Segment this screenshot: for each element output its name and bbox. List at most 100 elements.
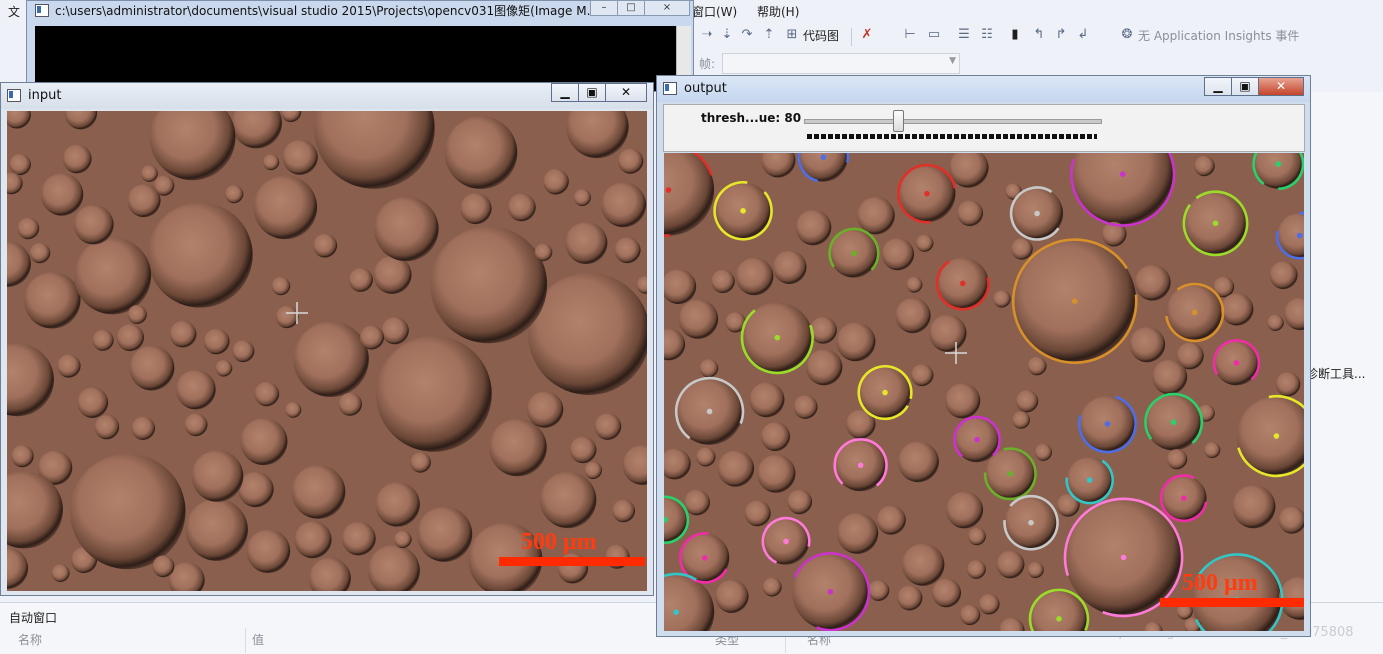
bubble (612, 500, 635, 523)
input-titlebar[interactable]: input ▁ ▣ ✕ (1, 83, 653, 109)
bubble (74, 205, 114, 245)
bubble (263, 154, 279, 170)
outdent-icon[interactable]: ☷ (980, 28, 994, 42)
prev-bookmark-icon[interactable]: ↰ (1032, 28, 1046, 42)
bubble (294, 521, 331, 558)
centroid-dot (882, 390, 888, 396)
input-window[interactable]: input ▁ ▣ ✕ 500 μm (0, 82, 654, 596)
step-icon[interactable]: ➝ (700, 28, 714, 42)
bubble (74, 237, 151, 314)
column-name[interactable]: 名称 (18, 631, 42, 648)
bubble (129, 346, 174, 391)
bubble (445, 116, 518, 189)
insights-icon[interactable]: ❂ (1120, 28, 1134, 42)
console-window[interactable]: c:\users\administrator\documents\visual … (26, 0, 694, 92)
frame-combo[interactable]: ▼ (722, 53, 960, 74)
minimize-button[interactable]: – (590, 0, 618, 16)
diagnostics-label[interactable]: 诊断工具... (1306, 365, 1365, 382)
bubble (911, 364, 933, 386)
bubble (141, 165, 158, 182)
bubble (410, 452, 431, 473)
close-button[interactable]: ✕ (1258, 77, 1304, 96)
centroid-dot (1056, 616, 1062, 622)
bubble (225, 185, 243, 203)
bubble (394, 531, 412, 549)
minimize-button[interactable]: ▁ (1204, 77, 1232, 96)
bubble (857, 197, 895, 235)
output-titlebar[interactable]: output ▁ ▣ ✕ (657, 76, 1310, 102)
centroid-dot (774, 335, 780, 341)
menu-help[interactable]: 帮助(H) (757, 3, 799, 20)
output-window[interactable]: output ▁ ▣ ✕ thresh...ue: 80 500 μm (656, 75, 1311, 637)
bubble (41, 173, 84, 216)
bubble (154, 175, 174, 195)
bubble (837, 513, 878, 554)
bubble (1028, 357, 1047, 376)
bubble (945, 383, 980, 418)
threshold-trackbar: thresh...ue: 80 (663, 104, 1305, 152)
bubble (1130, 327, 1165, 362)
clear-bookmark-icon[interactable]: ↲ (1076, 28, 1090, 42)
bubble (375, 482, 419, 526)
centroid-dot (851, 250, 857, 256)
bubble (877, 506, 906, 535)
bubble (1276, 372, 1301, 397)
bubble (1221, 293, 1254, 326)
input-image[interactable]: 500 μm (7, 111, 647, 591)
auto-window-title[interactable]: 自动窗口 (9, 609, 57, 626)
bubble (535, 244, 553, 262)
bubble (24, 272, 80, 328)
trackbar-thumb[interactable] (893, 110, 904, 132)
frame-label: 帧: (699, 55, 715, 72)
indent-icon[interactable]: ☰ (957, 28, 971, 42)
bubble (176, 370, 216, 410)
trackbar-track[interactable] (804, 119, 1102, 124)
bubble (184, 413, 207, 436)
close-button[interactable]: × (644, 0, 690, 16)
bubble (1167, 449, 1187, 469)
bubble (979, 594, 1000, 615)
bubble (247, 529, 291, 573)
bubble (570, 437, 597, 464)
bubble (736, 258, 774, 296)
contours-image: 500 μm (664, 153, 1304, 631)
bubble (95, 415, 120, 440)
next-bookmark-icon[interactable]: ↱ (1054, 28, 1068, 42)
stack-icon[interactable]: ▭ (927, 28, 941, 42)
bubble (773, 250, 807, 284)
console-scrollbar[interactable] (676, 26, 691, 76)
centroid-dot (974, 437, 980, 443)
bubble (836, 322, 875, 361)
code-map-icon[interactable]: ⊞ (785, 28, 799, 42)
bubble (285, 402, 301, 418)
insights-dropdown[interactable]: 无 Application Insights 事件 (1138, 27, 1299, 44)
bubble (489, 419, 547, 477)
bubble (313, 234, 337, 258)
step-into-icon[interactable]: ⇣ (720, 28, 734, 42)
step-out-icon[interactable]: ⇡ (762, 28, 776, 42)
centroid-dot (1192, 310, 1198, 316)
bubble (895, 298, 930, 333)
bubble (527, 391, 564, 428)
maximize-button[interactable]: ▣ (1231, 77, 1259, 96)
minimize-button[interactable]: ▁ (551, 83, 579, 102)
thread-icon[interactable]: ⊢ (903, 28, 917, 42)
column-value[interactable]: 值 (252, 631, 264, 648)
bubble (192, 450, 244, 502)
maximize-button[interactable]: □ (617, 0, 645, 16)
bubble (128, 305, 147, 324)
bubble (696, 447, 715, 466)
code-map-button[interactable]: 代码图 (803, 27, 839, 44)
bookmark-icon[interactable]: ▮ (1008, 28, 1022, 42)
menu-window[interactable]: 窗口(W) (692, 3, 737, 20)
output-image[interactable]: 500 μm (664, 153, 1304, 631)
column-divider (245, 628, 246, 653)
input-title: input (28, 88, 61, 103)
menu-file[interactable]: 文 (8, 3, 20, 20)
exception-icon[interactable]: ✗ (860, 28, 874, 42)
bubble (700, 359, 719, 378)
maximize-button[interactable]: ▣ (578, 83, 606, 102)
window-controls: ▁ ▣ ✕ (552, 83, 647, 102)
step-over-icon[interactable]: ↷ (740, 28, 754, 42)
close-button[interactable]: ✕ (605, 83, 647, 102)
